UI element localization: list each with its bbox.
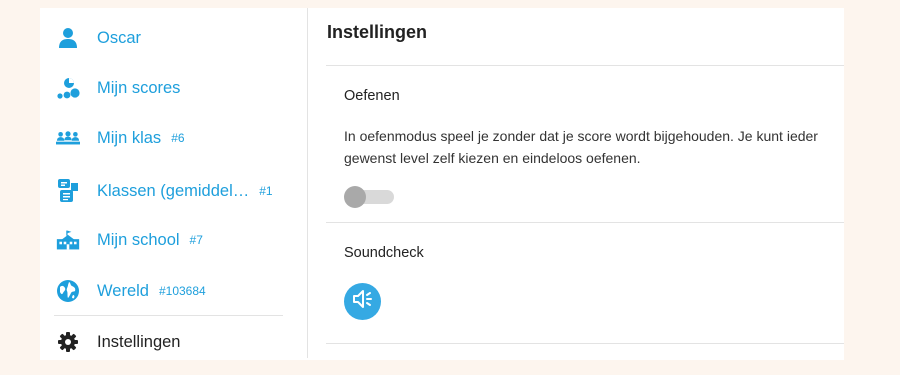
section-divider bbox=[326, 222, 844, 223]
sidebar-item-profile[interactable]: Oscar bbox=[52, 18, 292, 58]
sidebar-item-my-class[interactable]: Mijn klas #6 bbox=[52, 118, 292, 158]
sidebar-item-scores[interactable]: Mijn scores bbox=[52, 68, 292, 108]
sidebar-item-label: Mijn scores bbox=[97, 78, 181, 97]
sidebar-item-label: Wereld bbox=[97, 281, 149, 300]
scores-icon bbox=[56, 76, 80, 100]
section-divider bbox=[326, 343, 844, 344]
sidebar: Oscar Mijn scores Mijn klas #6 Klassen (… bbox=[40, 8, 307, 360]
soundcheck-section-title: Soundcheck bbox=[344, 245, 424, 261]
sidebar-item-world[interactable]: Wereld #103684 bbox=[52, 271, 292, 311]
practice-section-title: Oefenen bbox=[344, 88, 400, 104]
sidebar-item-school[interactable]: Mijn school #7 bbox=[52, 220, 292, 260]
sidebar-item-label: Mijn klas bbox=[97, 128, 162, 147]
sidebar-item-label: Instellingen bbox=[97, 332, 181, 351]
toggle-knob bbox=[344, 186, 366, 208]
practice-description: In oefenmodus speel je zonder dat je sco… bbox=[344, 128, 818, 166]
rank-badge: #7 bbox=[189, 233, 203, 247]
globe-icon bbox=[56, 279, 80, 303]
page-title: Instellingen bbox=[327, 22, 428, 42]
user-icon bbox=[56, 26, 80, 50]
sidebar-item-label: Mijn school bbox=[97, 230, 180, 249]
sidebar-divider bbox=[54, 315, 283, 316]
sidebar-separator bbox=[307, 8, 308, 358]
rank-badge: #103684 bbox=[158, 284, 206, 298]
school-icon bbox=[56, 228, 80, 252]
sidebar-item-classes[interactable]: Klassen (gemiddel… #1 bbox=[52, 171, 292, 211]
speaker-icon bbox=[352, 289, 374, 314]
rank-badge: #6 bbox=[171, 131, 185, 145]
settings-content: Instellingen Oefenen In oefenmodus speel… bbox=[326, 8, 844, 360]
classes-icon bbox=[56, 179, 80, 203]
sidebar-item-label: Oscar bbox=[97, 28, 142, 47]
app-panel: Oscar Mijn scores Mijn klas #6 Klassen (… bbox=[40, 8, 844, 360]
rank-badge: #1 bbox=[259, 184, 273, 198]
group-icon bbox=[56, 126, 80, 150]
practice-mode-toggle[interactable] bbox=[344, 186, 394, 208]
sidebar-item-label: Klassen (gemiddel… bbox=[97, 181, 250, 200]
sidebar-item-settings[interactable]: Instellingen bbox=[52, 322, 292, 362]
soundcheck-button[interactable] bbox=[344, 283, 381, 320]
gear-icon bbox=[56, 330, 80, 354]
header-divider bbox=[326, 65, 844, 66]
